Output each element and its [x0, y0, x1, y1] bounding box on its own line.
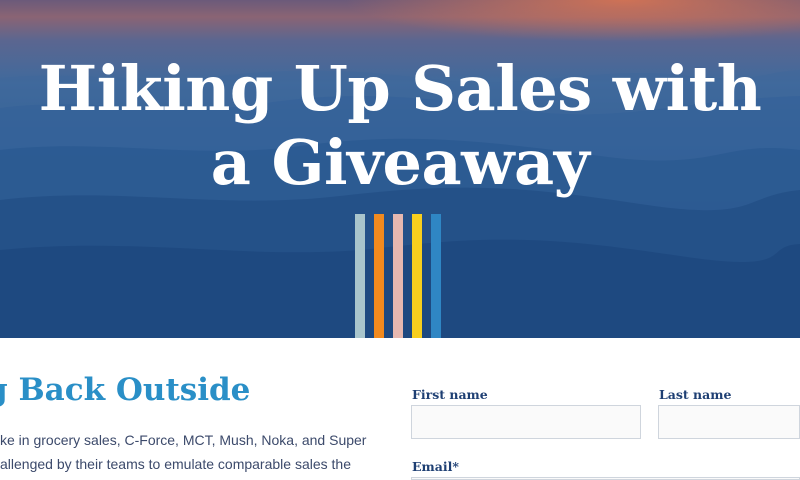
hero-title-line-2: a Giveaway	[210, 126, 590, 199]
stripe-light-blue	[355, 214, 365, 338]
stripe-blue	[431, 214, 441, 338]
body-text-line-1: ke in grocery sales, C-Force, MCT, Mush,…	[0, 432, 367, 448]
email-label: Email*	[412, 459, 459, 474]
last-name-input[interactable]	[658, 405, 800, 439]
first-name-input[interactable]	[411, 405, 641, 439]
section-heading: g Back Outside	[0, 372, 251, 408]
hero-title: Hiking Up Sales with a Giveaway	[0, 52, 800, 200]
first-name-label: First name	[412, 387, 488, 402]
stripe-yellow	[412, 214, 422, 338]
hero-title-line-1: Hiking Up Sales with	[38, 52, 762, 125]
stripe-pink	[393, 214, 403, 338]
stripe-orange	[374, 214, 384, 338]
last-name-label: Last name	[659, 387, 732, 402]
hero-banner: Hiking Up Sales with a Giveaway	[0, 0, 800, 338]
body-text-line-2: allenged by their teams to emulate compa…	[0, 456, 351, 472]
